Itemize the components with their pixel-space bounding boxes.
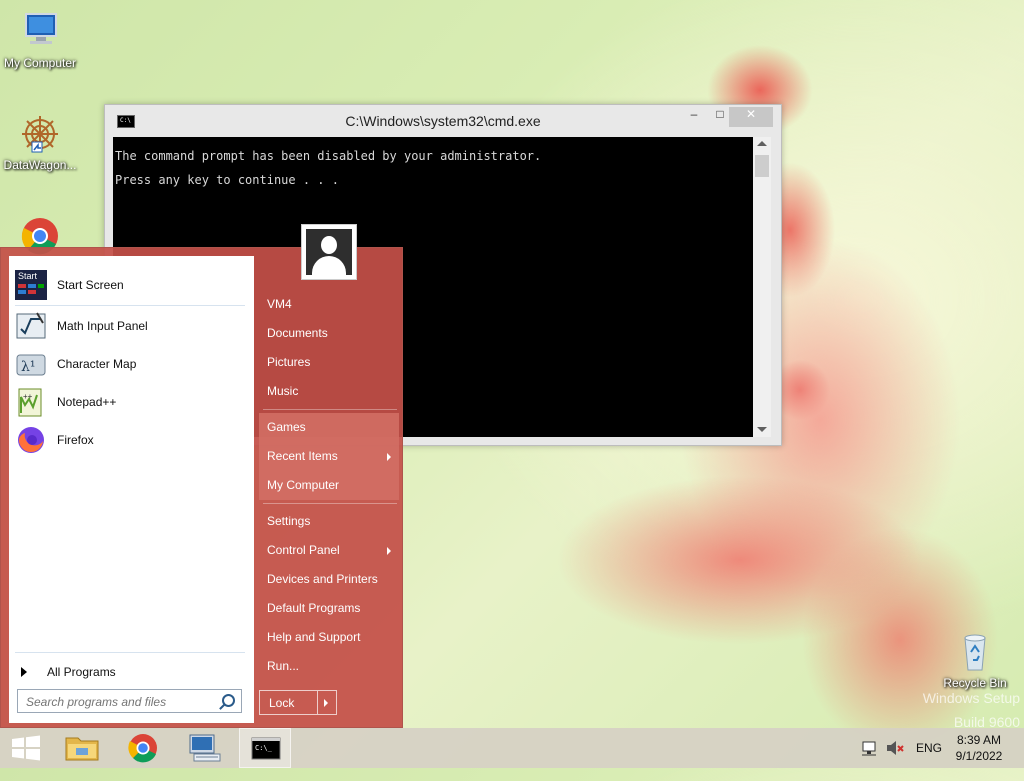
cmd-titlebar[interactable]: C:\ C:\Windows\system32\cmd.exe – □ ✕ bbox=[105, 105, 781, 137]
minimize-button[interactable]: – bbox=[681, 107, 707, 127]
desktop-icon-datawagon[interactable]: DataWagon... bbox=[0, 112, 80, 172]
menu-item-default-programs[interactable]: Default Programs bbox=[259, 594, 399, 623]
program-item-notepadpp[interactable]: ++ Notepad++ bbox=[15, 385, 247, 419]
console-line: The command prompt has been disabled by … bbox=[115, 149, 542, 163]
watermark-line-1: Windows Setup bbox=[922, 690, 1020, 706]
program-item-character-map[interactable]: λ¹ Character Map bbox=[15, 347, 247, 381]
program-item-firefox[interactable]: Firefox bbox=[15, 423, 247, 457]
menu-item-vm4[interactable]: VM4 bbox=[259, 290, 399, 319]
recycle-bin-icon bbox=[953, 630, 997, 674]
clock[interactable]: 8:39 AM 9/1/2022 bbox=[944, 732, 1014, 764]
menu-item-control-panel[interactable]: Control Panel bbox=[259, 536, 399, 565]
cmd-icon: C:\_ bbox=[251, 737, 281, 760]
user-avatar[interactable] bbox=[301, 224, 357, 280]
program-item-start-screen[interactable]: Start Start Screen bbox=[15, 268, 247, 302]
my-computer-icon bbox=[18, 10, 62, 54]
menu-item-help-and-support[interactable]: Help and Support bbox=[259, 623, 399, 652]
program-label: Notepad++ bbox=[57, 395, 117, 409]
divider bbox=[263, 409, 397, 410]
menu-item-run[interactable]: Run... bbox=[259, 652, 399, 681]
menu-item-pictures[interactable]: Pictures bbox=[259, 348, 399, 377]
all-programs-button[interactable]: All Programs bbox=[17, 661, 247, 683]
vertical-scrollbar[interactable] bbox=[753, 137, 771, 437]
desktop-icon-label: My Computer bbox=[3, 56, 77, 70]
scrollbar-thumb[interactable] bbox=[755, 155, 769, 177]
language-indicator[interactable]: ENG bbox=[916, 741, 942, 781]
start-screen-icon: Start bbox=[15, 270, 47, 300]
divider bbox=[15, 652, 245, 653]
remote-desktop-icon bbox=[189, 734, 221, 762]
taskbar-chrome[interactable] bbox=[117, 728, 169, 768]
search-input[interactable] bbox=[24, 691, 223, 713]
network-icon[interactable] bbox=[860, 728, 880, 768]
search-icon[interactable] bbox=[222, 694, 235, 707]
svg-text:C:\_: C:\_ bbox=[255, 744, 273, 752]
desktop-icon-recycle-bin[interactable]: Recycle Bin bbox=[935, 630, 1015, 690]
notepadpp-icon: ++ bbox=[15, 387, 47, 417]
taskbar-remote-desktop[interactable] bbox=[178, 728, 230, 768]
submenu-arrow-icon bbox=[387, 547, 391, 555]
datawagon-icon bbox=[18, 112, 62, 156]
submenu-arrow-icon bbox=[387, 453, 391, 461]
lock-button[interactable]: Lock bbox=[259, 690, 337, 715]
menu-item-music[interactable]: Music bbox=[259, 377, 399, 406]
clock-date: 9/1/2022 bbox=[955, 749, 1003, 763]
math-input-panel-icon bbox=[15, 311, 47, 341]
close-button[interactable]: ✕ bbox=[729, 107, 773, 127]
clock-time: 8:39 AM bbox=[956, 733, 1002, 747]
scroll-down-icon[interactable] bbox=[757, 427, 767, 432]
windows-start-icon bbox=[12, 735, 40, 761]
program-label: Character Map bbox=[57, 357, 137, 371]
chrome-icon bbox=[128, 734, 157, 763]
divider bbox=[263, 503, 397, 504]
start-button[interactable] bbox=[0, 728, 52, 768]
cmd-window-title: C:\Windows\system32\cmd.exe bbox=[345, 113, 541, 129]
menu-item-my-computer[interactable]: My Computer bbox=[259, 471, 399, 500]
program-label: Math Input Panel bbox=[57, 319, 148, 333]
program-label: Firefox bbox=[57, 433, 94, 447]
lock-label: Lock bbox=[269, 696, 295, 710]
start-menu-programs-pane: Start Start Screen Math Input Panel λ¹ C… bbox=[9, 256, 254, 723]
console-line: Press any key to continue . . . bbox=[115, 173, 339, 187]
menu-item-settings[interactable]: Settings bbox=[259, 507, 399, 536]
menu-item-recent-items[interactable]: Recent Items bbox=[259, 442, 399, 471]
search-box[interactable] bbox=[17, 689, 242, 713]
svg-text:λ¹: λ¹ bbox=[21, 359, 36, 375]
taskbar: C:\_ ENG 8:39 AM 9/1/2022 bbox=[0, 728, 1024, 768]
power-options-arrow-icon[interactable] bbox=[324, 699, 328, 707]
character-map-icon: λ¹ bbox=[15, 349, 47, 379]
taskbar-file-explorer[interactable] bbox=[56, 728, 108, 768]
menu-item-documents[interactable]: Documents bbox=[259, 319, 399, 348]
build-watermark: Windows Setup Build 9600 bbox=[908, 686, 1020, 734]
desktop-icon-label: DataWagon... bbox=[3, 158, 77, 172]
expand-arrow-icon bbox=[21, 667, 27, 677]
firefox-icon bbox=[15, 425, 47, 455]
program-item-math-input-panel[interactable]: Math Input Panel bbox=[15, 309, 247, 343]
taskbar-cmd[interactable]: C:\_ bbox=[239, 728, 291, 768]
file-explorer-icon bbox=[65, 737, 99, 761]
menu-item-games[interactable]: Games bbox=[259, 413, 399, 442]
divider bbox=[15, 305, 245, 306]
scroll-up-icon[interactable] bbox=[757, 141, 767, 146]
volume-muted-icon[interactable] bbox=[884, 728, 906, 768]
svg-text:++: ++ bbox=[23, 392, 33, 401]
program-label: Start Screen bbox=[57, 278, 124, 292]
desktop-icon-my-computer[interactable]: My Computer bbox=[0, 10, 80, 70]
start-menu: Start Start Screen Math Input Panel λ¹ C… bbox=[0, 224, 403, 728]
menu-item-devices-and-printers[interactable]: Devices and Printers bbox=[259, 565, 399, 594]
all-programs-label: All Programs bbox=[47, 665, 116, 679]
